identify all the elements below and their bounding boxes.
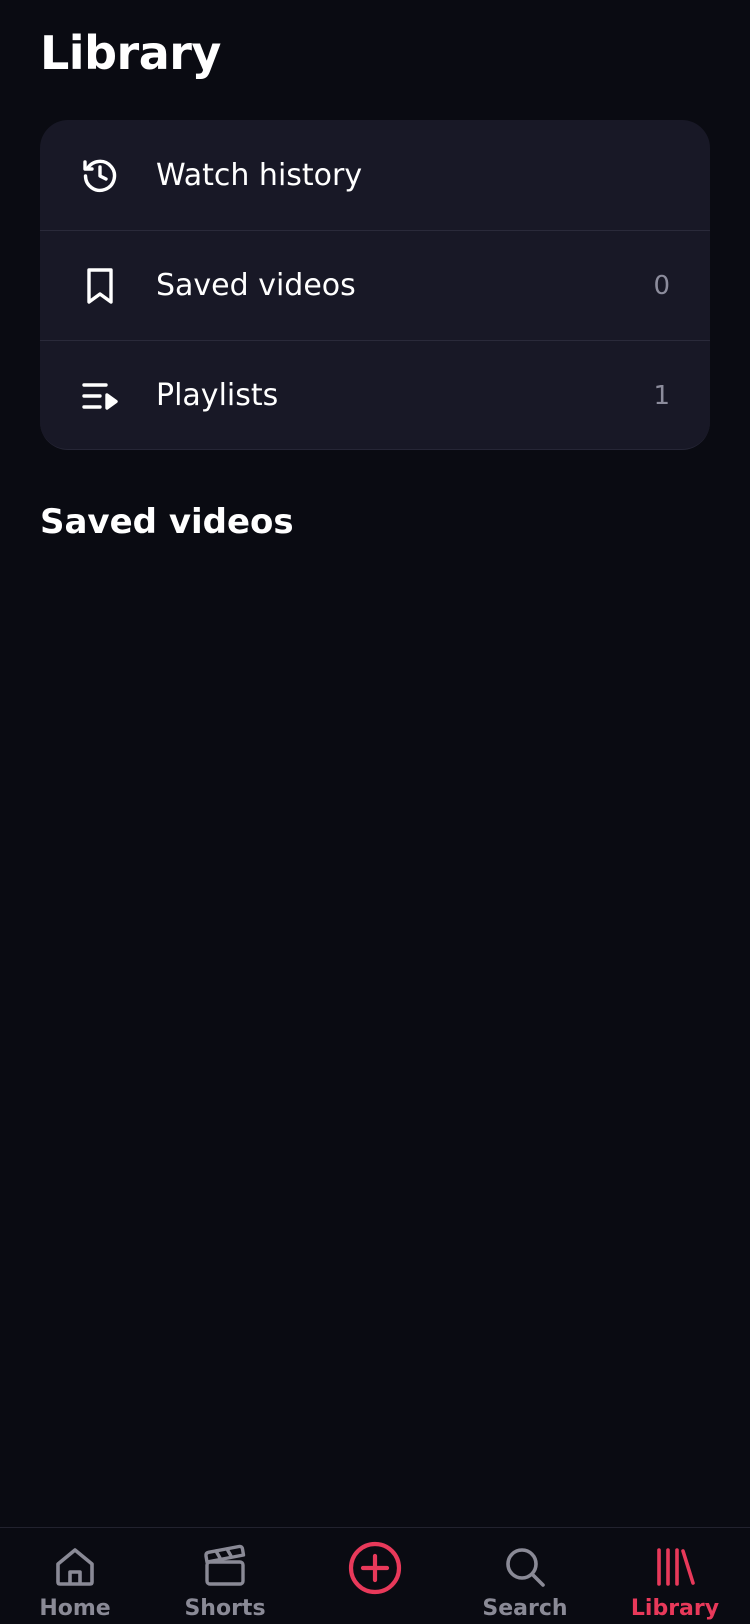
- library-menu-card: Watch history Saved videos 0 Playlists 1: [40, 120, 710, 450]
- clapperboard-icon: [202, 1544, 248, 1590]
- home-icon: [52, 1544, 98, 1590]
- history-icon: [80, 155, 120, 195]
- nav-item-create[interactable]: [300, 1528, 450, 1624]
- nav-item-library[interactable]: Library: [600, 1528, 750, 1624]
- menu-item-playlists[interactable]: Playlists 1: [40, 340, 710, 449]
- nav-item-search[interactable]: Search: [450, 1528, 600, 1624]
- create-plus-icon: [347, 1540, 403, 1596]
- menu-item-watch-history[interactable]: Watch history: [40, 120, 710, 230]
- nav-label: Library: [630, 1596, 720, 1621]
- library-icon: [652, 1544, 698, 1590]
- menu-item-label: Saved videos: [156, 268, 356, 303]
- menu-item-saved-videos[interactable]: Saved videos 0: [40, 230, 710, 340]
- library-screen: Library Watch history Saved videos 0 Pla…: [0, 0, 750, 1624]
- search-icon: [502, 1544, 548, 1590]
- nav-item-shorts[interactable]: Shorts: [150, 1528, 300, 1624]
- menu-item-label: Watch history: [156, 157, 363, 193]
- nav-label: Shorts: [184, 1596, 266, 1621]
- section-title: Saved videos: [40, 502, 294, 542]
- nav-label: Search: [482, 1596, 568, 1621]
- bottom-nav: Home Shorts Search Library: [0, 1527, 750, 1624]
- saved-videos-count: 0: [653, 270, 670, 301]
- page-title: Library: [40, 26, 221, 80]
- nav-label: Home: [39, 1596, 111, 1621]
- bookmark-icon: [80, 266, 120, 306]
- menu-item-label: Playlists: [156, 378, 279, 413]
- playlist-icon: [80, 376, 120, 416]
- nav-item-home[interactable]: Home: [0, 1528, 150, 1624]
- playlists-count: 1: [653, 380, 670, 411]
